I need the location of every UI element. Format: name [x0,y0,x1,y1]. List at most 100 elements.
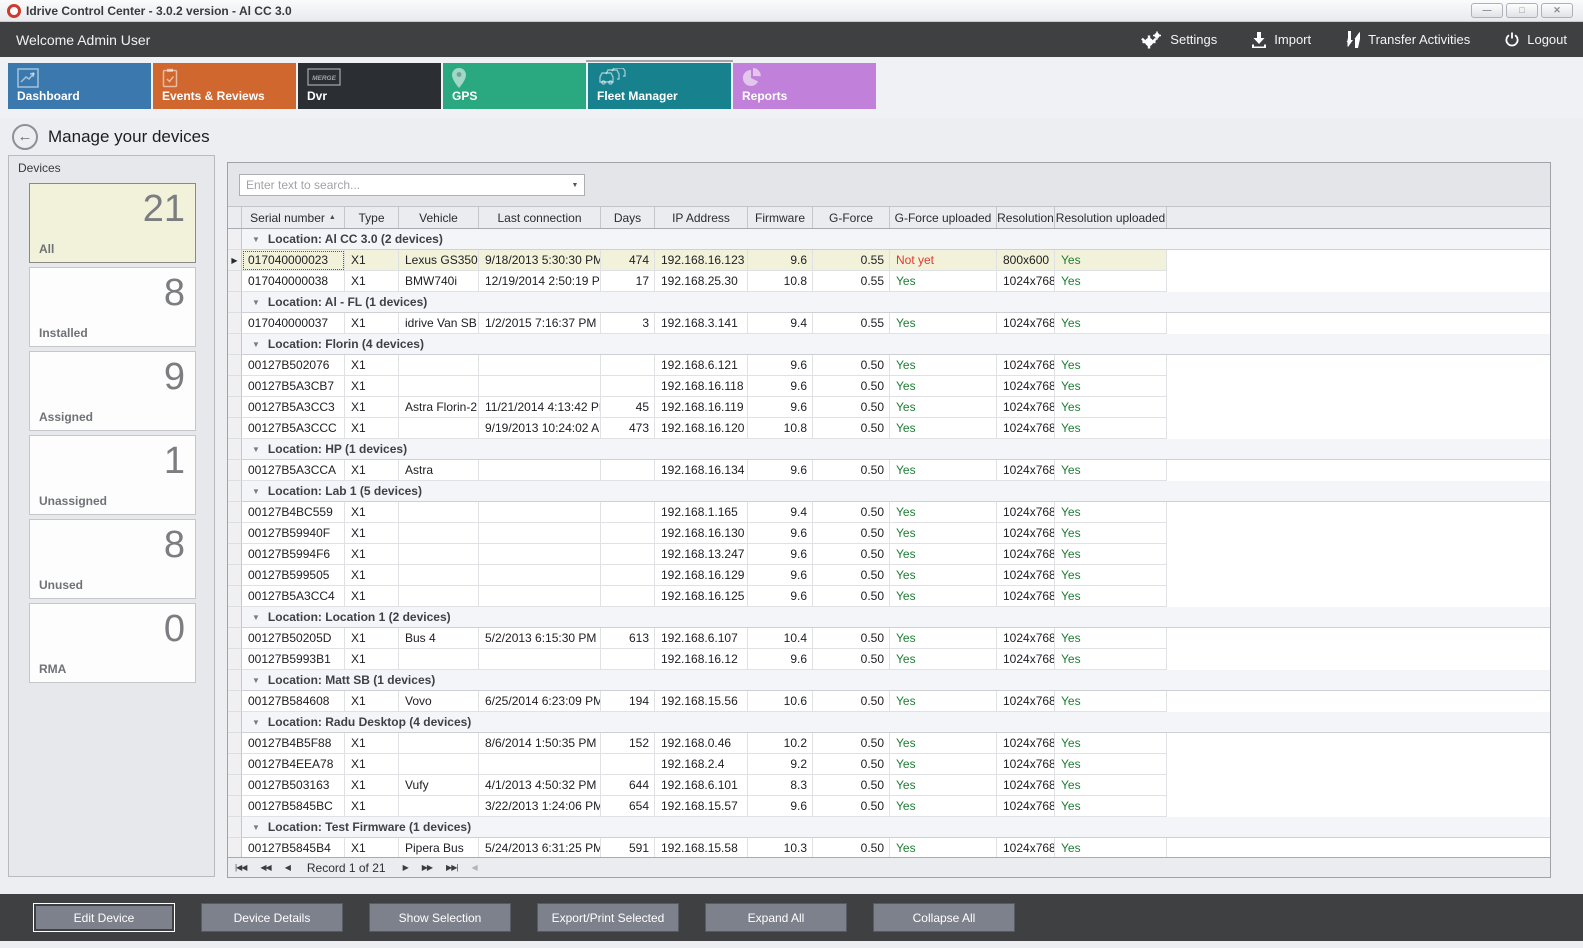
cell-gforce: 0.50 [813,838,890,859]
group-collapse-icon[interactable]: ▼ [252,445,260,454]
group-row[interactable]: ▼Location: Matt SB (1 devices) [228,670,1550,691]
group-collapse-icon[interactable]: ▼ [252,487,260,496]
data-row[interactable]: 00127B5A3CC3X1Astra Florin-211/21/2014 4… [228,397,1550,418]
data-row[interactable]: 00127B502076X1192.168.6.1219.60.50Yes102… [228,355,1550,376]
tab-dashboard[interactable]: Dashboard [8,63,151,109]
pager-first-button[interactable]: |◀◀ [228,863,253,872]
cell-firmware: 9.6 [748,544,813,565]
tab-dvr[interactable]: MERGEDvr [298,63,441,109]
search-input[interactable] [240,178,566,192]
maximize-button[interactable]: □ [1506,3,1538,18]
data-row[interactable]: 00127B4BC559X1192.168.1.1659.40.50Yes102… [228,502,1550,523]
cell-value: 9.6 [790,358,807,372]
data-row[interactable]: 017040000038X1BMW740i12/19/2014 2:50:19 … [228,271,1550,292]
minimize-button[interactable]: — [1471,3,1503,18]
header-action-settings[interactable]: Settings [1141,31,1217,49]
group-collapse-icon[interactable]: ▼ [252,298,260,307]
data-row[interactable]: 00127B584608X1Vovo6/25/2014 6:23:09 PM19… [228,691,1550,712]
row-filler [1167,460,1550,481]
data-row[interactable]: 00127B59940FX1192.168.16.1309.60.50Yes10… [228,523,1550,544]
pager-last-button[interactable]: ▶▶| [439,863,464,872]
column-header-last_connection[interactable]: Last connection [479,207,601,228]
group-collapse-icon[interactable]: ▼ [252,613,260,622]
header-action-logout[interactable]: Logout [1504,32,1567,48]
group-row[interactable]: ▼Location: Radu Desktop (4 devices) [228,712,1550,733]
group-collapse-icon[interactable]: ▼ [252,340,260,349]
pager-fast-back-button[interactable]: ◀◀ [253,863,277,872]
tab-events-reviews[interactable]: Events & Reviews [153,63,296,109]
group-row[interactable]: ▼Location: Test Firmware (1 devices) [228,817,1550,838]
device-filter-card-installed[interactable]: 8Installed [29,267,196,347]
column-header-gforce[interactable]: G-Force [813,207,890,228]
data-row[interactable]: 00127B5A3CB7X1192.168.16.1189.60.50Yes10… [228,376,1550,397]
header-action-import[interactable]: Import [1251,32,1311,48]
group-row[interactable]: ▼Location: Al CC 3.0 (2 devices) [228,229,1550,250]
cell-value: 017040000023 [248,253,328,267]
data-row[interactable]: 00127B5A3CCAX1Astra192.168.16.1349.60.50… [228,460,1550,481]
device-details-button[interactable]: Device Details [201,903,343,932]
data-row[interactable]: ▶017040000023X1Lexus GS3509/18/2013 5:30… [228,250,1550,271]
cell-value: 192.168.16.120 [661,421,744,435]
data-row[interactable]: 00127B503163X1Vufy4/1/2013 4:50:32 PM644… [228,775,1550,796]
group-row[interactable]: ▼Location: Florin (4 devices) [228,334,1550,355]
data-row[interactable]: 00127B4EEA78X1192.168.2.49.20.50Yes1024x… [228,754,1550,775]
column-header-resolution[interactable]: Resolution [997,207,1055,228]
show-selection-button[interactable]: Show Selection [369,903,511,932]
cell-value: 0.50 [861,841,884,855]
row-indicator-cell [228,607,242,628]
cell-gforce_uploaded: Yes [890,649,997,670]
column-header-firmware[interactable]: Firmware [748,207,813,228]
device-filter-card-rma[interactable]: 0RMA [29,603,196,683]
data-row[interactable]: 00127B599505X1192.168.16.1299.60.50Yes10… [228,565,1550,586]
group-collapse-icon[interactable]: ▼ [252,718,260,727]
pager-next-button[interactable]: ▶ [396,863,415,872]
column-header-type[interactable]: Type [345,207,399,228]
export-print-selected-button[interactable]: Export/Print Selected [537,903,679,932]
data-row[interactable]: 00127B5993B1X1192.168.16.129.60.50Yes102… [228,649,1550,670]
group-collapse-icon[interactable]: ▼ [252,235,260,244]
row-indicator-cell [228,439,242,460]
cell-value: 00127B5A3CCC [248,421,337,435]
cell-ip: 192.168.15.58 [655,838,748,859]
group-row[interactable]: ▼Location: HP (1 devices) [228,439,1550,460]
column-header-vehicle[interactable]: Vehicle [399,207,479,228]
data-row[interactable]: 00127B4B5F88X18/6/2014 1:50:35 PM152192.… [228,733,1550,754]
expand-all-button[interactable]: Expand All [705,903,847,932]
tab-reports[interactable]: Reports [733,63,876,109]
device-filter-card-unassigned[interactable]: 1Unassigned [29,435,196,515]
group-collapse-icon[interactable]: ▼ [252,676,260,685]
data-row[interactable]: 00127B5994F6X1192.168.13.2479.60.50Yes10… [228,544,1550,565]
collapse-all-button[interactable]: Collapse All [873,903,1015,932]
header-action-transfer-activities[interactable]: Transfer Activities [1345,31,1470,48]
data-row[interactable]: 00127B50205DX1Bus 45/2/2013 6:15:30 PM61… [228,628,1550,649]
data-row[interactable]: 017040000037X1idrive Van SB1/2/2015 7:16… [228,313,1550,334]
data-row[interactable]: 00127B5845B4X1Pipera Bus5/24/2013 6:31:2… [228,838,1550,859]
data-row[interactable]: 00127B5A3CC4X1192.168.16.1259.60.50Yes10… [228,586,1550,607]
column-header-label: Resolution [997,211,1054,225]
column-header-serial[interactable]: Serial number▲ [242,207,345,228]
pager-prev-button[interactable]: ◀ [278,863,297,872]
data-row[interactable]: 00127B5A3CCCX19/19/2013 10:24:02 AM47319… [228,418,1550,439]
group-row[interactable]: ▼Location: Location 1 (2 devices) [228,607,1550,628]
edit-device-button[interactable]: Edit Device [33,903,175,932]
back-button[interactable]: ← [12,124,38,150]
column-header-filler [1167,207,1550,228]
device-filter-card-unused[interactable]: 8Unused [29,519,196,599]
tab-fleet-manager[interactable]: Fleet Manager [588,63,731,109]
group-row[interactable]: ▼Location: Lab 1 (5 devices) [228,481,1550,502]
close-button[interactable]: ✕ [1541,3,1573,18]
tab-gps[interactable]: GPS [443,63,586,109]
pager-fast-forward-button[interactable]: ▶▶ [415,863,439,872]
row-indicator-cell [228,334,242,355]
data-row[interactable]: 00127B5845BCX13/22/2013 1:24:06 PM654192… [228,796,1550,817]
search-dropdown-icon[interactable]: ▼ [566,175,584,195]
column-header-resolution_uploaded[interactable]: Resolution uploaded [1055,207,1167,228]
column-header-gforce_uploaded[interactable]: G-Force uploaded [890,207,997,228]
group-collapse-icon[interactable]: ▼ [252,823,260,832]
column-header-days[interactable]: Days [601,207,655,228]
row-filler [1167,355,1550,376]
column-header-ip[interactable]: IP Address [655,207,748,228]
group-row[interactable]: ▼Location: Al - FL (1 devices) [228,292,1550,313]
device-filter-card-all[interactable]: 21All [29,183,196,263]
device-filter-card-assigned[interactable]: 9Assigned [29,351,196,431]
